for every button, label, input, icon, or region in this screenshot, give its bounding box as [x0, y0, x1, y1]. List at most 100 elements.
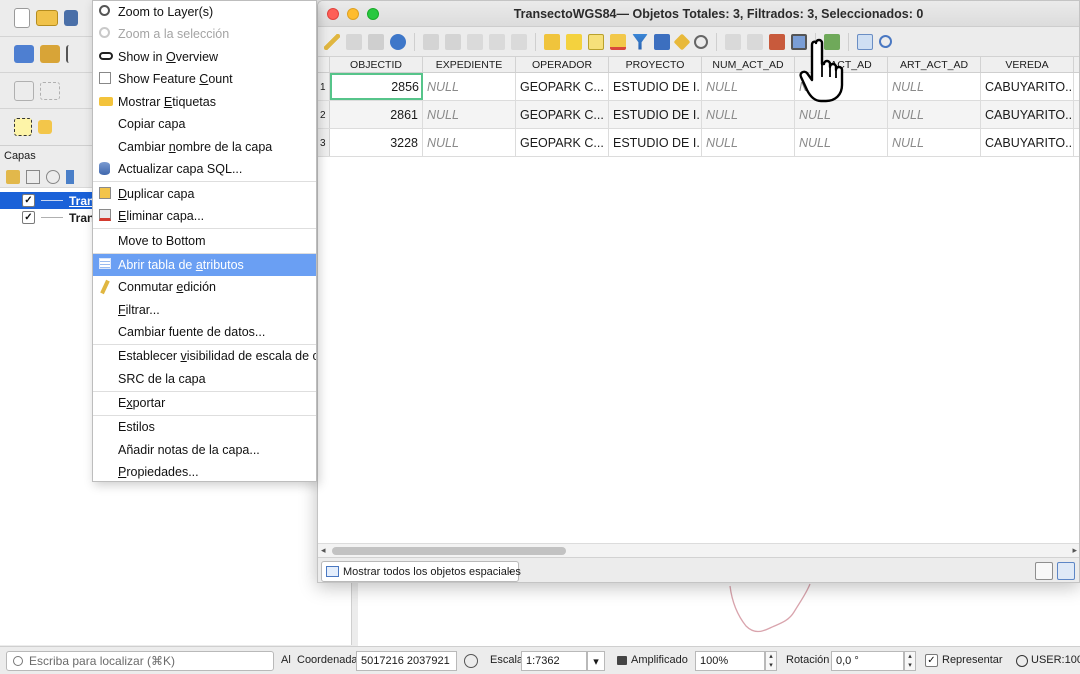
magnifier-spinner[interactable]: ▴ ▾ [765, 651, 777, 671]
rotation-spinner[interactable]: ▴ ▾ [904, 651, 916, 671]
table-cell[interactable]: NULL [795, 101, 888, 128]
table-row[interactable]: 3 3228 NULL GEOPARK C... ESTUDIO DE I...… [318, 129, 1079, 157]
add-layer-icon[interactable] [14, 45, 34, 63]
menu-item-toggle-edit[interactable]: Conmutar edición [93, 276, 316, 298]
menu-item-update-sql[interactable]: Actualizar capa SQL... [93, 158, 316, 180]
select-features-icon[interactable] [14, 118, 32, 136]
toggle-edit-pencil-icon[interactable] [324, 33, 340, 50]
toggle-extents-icon[interactable] [464, 654, 478, 668]
table-cell[interactable]: ESTUDIO DE I... [609, 129, 702, 156]
menu-item-zoom-to-layer[interactable]: Zoom to Layer(s) [93, 1, 316, 23]
column-header[interactable]: OBJECTID [330, 57, 423, 72]
column-header[interactable]: EXPEDIENTE [423, 57, 516, 72]
cut-icon[interactable] [467, 33, 483, 50]
form-view-icon[interactable] [1035, 562, 1053, 580]
table-view-icon[interactable] [1057, 562, 1075, 580]
delete-field-icon[interactable] [747, 33, 763, 50]
window-titlebar[interactable]: TransectoWGS84— Objetos Totales: 3, Filt… [318, 1, 1079, 27]
minimize-window-button[interactable] [347, 8, 359, 20]
checkbox-icon[interactable] [99, 72, 111, 84]
select-dropdown-icon[interactable] [38, 120, 52, 134]
table-cell[interactable]: NULL [888, 101, 981, 128]
menu-item-change-data-source[interactable]: Cambiar fuente de datos... [93, 321, 316, 343]
globe-crs-icon[interactable] [1016, 655, 1028, 667]
table-cell[interactable]: NULL [795, 129, 888, 156]
table-cell[interactable]: NULL [423, 101, 516, 128]
filter-selection-icon[interactable] [632, 33, 648, 50]
select-all-icon[interactable] [566, 33, 582, 50]
layer-visibility-checkbox[interactable]: ✓ [22, 211, 35, 224]
save-edits-icon[interactable] [368, 33, 384, 50]
menu-item-filter[interactable]: Filtrar... [93, 299, 316, 321]
save-project-icon[interactable] [64, 10, 78, 26]
field-calculator-icon[interactable] [769, 33, 785, 50]
menu-item-rename-layer[interactable]: Cambiar nombre de la capa [93, 136, 316, 158]
menu-item-zoom-selection[interactable]: Zoom a la selección [93, 23, 316, 45]
zoom-to-selection-icon[interactable] [694, 34, 708, 49]
coordinate-field[interactable]: 5017216 2037921 [356, 651, 457, 671]
scrollbar-thumb[interactable] [332, 547, 566, 555]
select-shape-icon[interactable] [40, 82, 60, 100]
table-cell[interactable]: CABUYARITO... [981, 129, 1074, 156]
scale-dropdown[interactable]: ▾ [587, 651, 605, 671]
crs-label[interactable]: USER:100 [1031, 654, 1080, 666]
filter-legend-icon[interactable] [66, 169, 74, 184]
table-cell[interactable]: GEOPARK C... [516, 101, 609, 128]
add-feature-icon[interactable] [423, 33, 439, 50]
map-canvas[interactable] [358, 582, 1080, 646]
scroll-right-arrow-icon[interactable]: ▸ [1072, 545, 1077, 556]
add-raster-icon[interactable] [40, 45, 60, 63]
move-selection-top-icon[interactable] [654, 33, 670, 50]
menu-item-layer-crs[interactable]: SRC de la capa [93, 368, 316, 390]
locator-search-input[interactable]: Escriba para localizar (⌘K) [6, 651, 274, 671]
rotation-field[interactable]: 0,0 ° [831, 651, 904, 671]
paste-icon[interactable] [511, 33, 527, 50]
table-cell[interactable]: NULL [888, 129, 981, 156]
table-cell[interactable]: GEOPARK C... [516, 73, 609, 100]
table-cell[interactable]: ESTUDIO DE I... [609, 73, 702, 100]
table-cell[interactable]: NULL [423, 73, 516, 100]
table-cell[interactable]: NULL [888, 73, 981, 100]
new-field-icon[interactable] [725, 33, 741, 50]
visibility-eye-icon[interactable] [46, 169, 60, 184]
multi-edit-icon[interactable] [346, 33, 362, 50]
invert-selection-icon[interactable] [588, 33, 604, 50]
column-header[interactable]: PROYECTO [609, 57, 702, 72]
new-project-icon[interactable] [14, 8, 30, 28]
menu-item-remove-layer[interactable]: Eliminar capa... [93, 205, 316, 227]
column-header[interactable]: OPERADOR [516, 57, 609, 72]
zoom-window-button[interactable] [367, 8, 379, 20]
menu-item-layer-notes[interactable]: Añadir notas de la capa... [93, 439, 316, 461]
table-row[interactable]: 2 2861 NULL GEOPARK C... ESTUDIO DE I...… [318, 101, 1079, 129]
row-number[interactable]: 3 [318, 129, 330, 156]
deselect-icon[interactable] [610, 33, 626, 50]
table-cell[interactable]: GEOPARK C... [516, 129, 609, 156]
row-number[interactable]: 2 [318, 101, 330, 128]
menu-item-show-labels[interactable]: Mostrar Etiquetas [93, 91, 316, 113]
column-header[interactable]: VEREDA [981, 57, 1074, 72]
column-header[interactable]: NUM_ACT_AD [702, 57, 795, 72]
measure-icon[interactable] [14, 81, 34, 101]
table-cell[interactable]: ESTUDIO DE I... [609, 101, 702, 128]
row-number[interactable]: 1 [318, 73, 330, 100]
copy-icon[interactable] [489, 33, 505, 50]
reload-icon[interactable] [390, 33, 406, 50]
render-checkbox[interactable]: ✓ [925, 654, 938, 667]
table-cell[interactable]: NULL [702, 73, 795, 100]
open-project-icon[interactable] [36, 10, 58, 26]
menu-item-duplicate-layer[interactable]: Duplicar capa [93, 183, 316, 205]
close-window-button[interactable] [327, 8, 339, 20]
menu-item-export[interactable]: Exportar [93, 392, 316, 414]
menu-item-show-feature-count[interactable]: Show Feature Count [93, 68, 316, 90]
table-cell[interactable]: CABUYARITO... [981, 73, 1074, 100]
layer-visibility-checkbox[interactable]: ✓ [22, 194, 35, 207]
table-cell[interactable]: NULL [423, 129, 516, 156]
table-cell[interactable]: 2856 [330, 73, 423, 100]
menu-item-move-bottom[interactable]: Move to Bottom [93, 230, 316, 252]
pan-to-selection-icon[interactable] [673, 33, 691, 50]
delete-feature-icon[interactable] [445, 33, 461, 50]
column-header[interactable]: ART_ACT_AD [888, 57, 981, 72]
lock-icon[interactable] [617, 656, 627, 665]
add-vector-icon[interactable] [66, 45, 78, 63]
table-cell[interactable]: NULL [702, 129, 795, 156]
